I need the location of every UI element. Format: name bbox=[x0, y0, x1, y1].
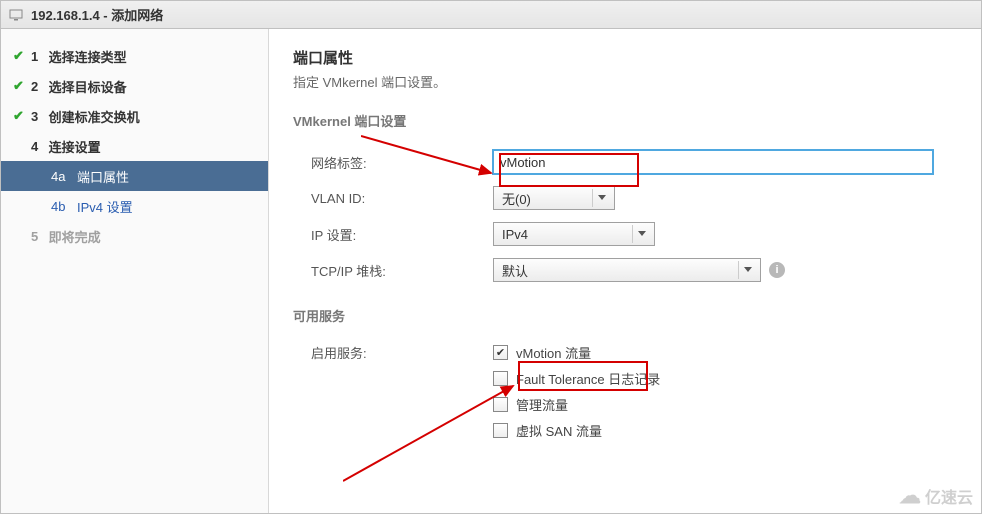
info-icon[interactable]: i bbox=[769, 262, 785, 278]
check-icon: ✔ bbox=[13, 108, 31, 124]
checkbox-icon bbox=[493, 397, 508, 412]
vlan-id-select[interactable]: 无(0) bbox=[493, 186, 615, 210]
network-label-input[interactable] bbox=[493, 150, 933, 174]
ip-settings-select[interactable]: IPv4 bbox=[493, 222, 655, 246]
section-vmkernel-settings: VMkernel 端口设置 bbox=[293, 111, 957, 130]
step-4a-port-properties[interactable]: 4a端口属性 bbox=[1, 161, 268, 191]
chevron-down-icon bbox=[592, 189, 610, 207]
step-2[interactable]: ✔2 选择目标设备 bbox=[1, 71, 268, 101]
chevron-down-icon bbox=[632, 225, 650, 243]
titlebar: 192.168.1.4 - 添加网络 bbox=[1, 1, 981, 29]
checkbox-icon bbox=[493, 371, 508, 386]
chevron-down-icon bbox=[738, 261, 756, 279]
row-network-label: 网络标签: bbox=[293, 144, 957, 180]
cloud-icon: ☁ bbox=[899, 483, 921, 509]
service-fault-tolerance[interactable]: Fault Tolerance 日志记录 bbox=[493, 365, 660, 391]
label-vlan-id: VLAN ID: bbox=[293, 191, 493, 206]
dialog-window: 192.168.1.4 - 添加网络 ✔1 选择连接类型 ✔2 选择目标设备 ✔… bbox=[0, 0, 982, 514]
step-4b-ipv4-settings[interactable]: 4bIPv4 设置 bbox=[1, 191, 268, 221]
section-available-services: 可用服务 bbox=[293, 306, 957, 325]
row-enable-services: 启用服务: vMotion 流量 Fault Tolerance 日志记录 管理… bbox=[293, 339, 957, 443]
step-5: 5 即将完成 bbox=[1, 221, 268, 251]
step-1[interactable]: ✔1 选择连接类型 bbox=[1, 41, 268, 71]
services-list: vMotion 流量 Fault Tolerance 日志记录 管理流量 虚拟 … bbox=[493, 339, 660, 443]
checkbox-checked-icon bbox=[493, 345, 508, 360]
tcpip-stack-value: 默认 bbox=[502, 261, 528, 280]
service-management[interactable]: 管理流量 bbox=[493, 391, 660, 417]
vlan-id-value: 无(0) bbox=[502, 189, 531, 208]
check-icon: ✔ bbox=[13, 48, 31, 64]
checkbox-icon bbox=[493, 423, 508, 438]
check-icon: ✔ bbox=[13, 78, 31, 94]
page-title: 端口属性 bbox=[293, 47, 957, 68]
service-vmotion[interactable]: vMotion 流量 bbox=[493, 339, 660, 365]
host-icon bbox=[9, 8, 23, 22]
step-4[interactable]: 4 连接设置 bbox=[1, 131, 268, 161]
row-vlan-id: VLAN ID: 无(0) bbox=[293, 180, 957, 216]
label-ip-settings: IP 设置: bbox=[293, 225, 493, 244]
row-tcpip-stack: TCP/IP 堆栈: 默认 i bbox=[293, 252, 957, 288]
service-vsan[interactable]: 虚拟 SAN 流量 bbox=[493, 417, 660, 443]
label-network-label: 网络标签: bbox=[293, 153, 493, 172]
ip-settings-value: IPv4 bbox=[502, 227, 528, 242]
step-3[interactable]: ✔3 创建标准交换机 bbox=[1, 101, 268, 131]
tcpip-stack-select[interactable]: 默认 bbox=[493, 258, 761, 282]
page-description: 指定 VMkernel 端口设置。 bbox=[293, 72, 957, 91]
wizard-steps: ✔1 选择连接类型 ✔2 选择目标设备 ✔3 创建标准交换机 4 连接设置 4a… bbox=[1, 29, 269, 513]
dialog-body: ✔1 选择连接类型 ✔2 选择目标设备 ✔3 创建标准交换机 4 连接设置 4a… bbox=[1, 29, 981, 513]
window-title: 192.168.1.4 - 添加网络 bbox=[31, 5, 163, 24]
row-ip-settings: IP 设置: IPv4 bbox=[293, 216, 957, 252]
label-enable-services: 启用服务: bbox=[293, 339, 493, 362]
content-pane: 端口属性 指定 VMkernel 端口设置。 VMkernel 端口设置 网络标… bbox=[269, 29, 981, 513]
label-tcpip-stack: TCP/IP 堆栈: bbox=[293, 261, 493, 280]
watermark: ☁ 亿速云 bbox=[899, 483, 973, 509]
